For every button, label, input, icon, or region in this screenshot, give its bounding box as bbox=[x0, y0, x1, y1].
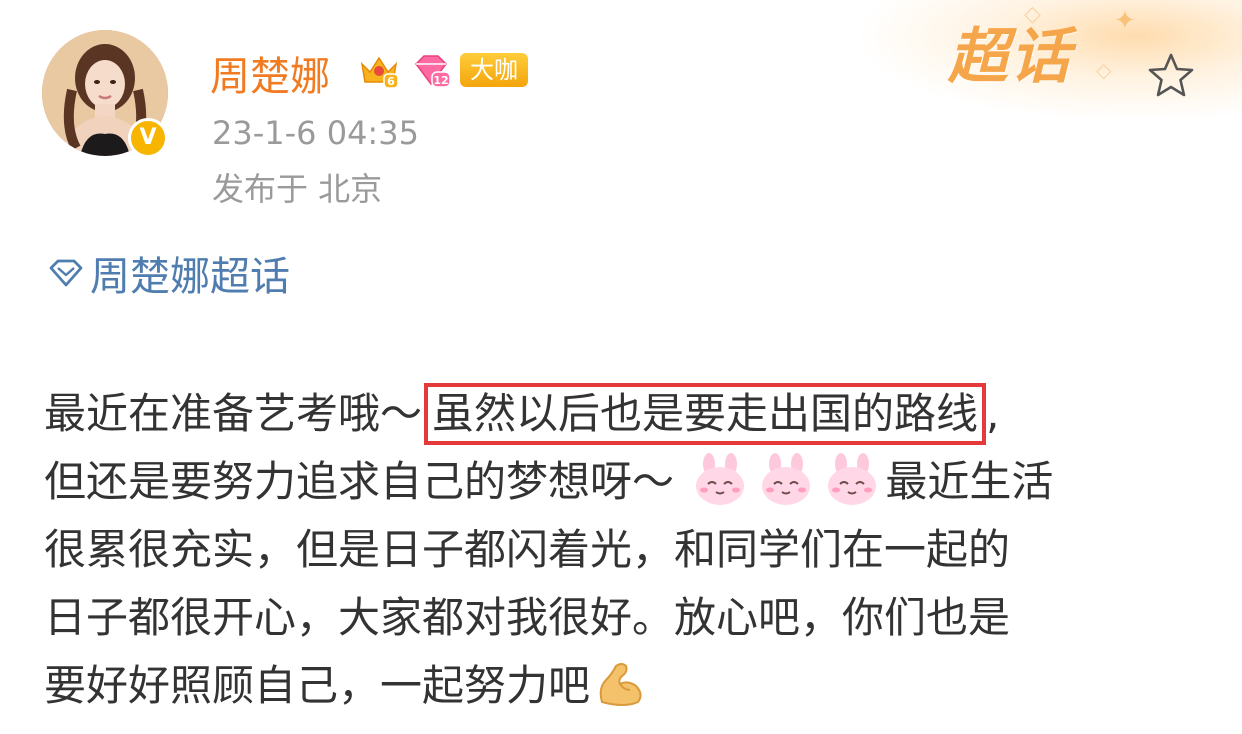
post-text: 但还是要努力追求自己的梦想呀～ bbox=[44, 457, 675, 506]
bunny-emoji bbox=[828, 453, 877, 505]
sparkle-icon: ◇ bbox=[1096, 58, 1112, 82]
verified-badge: V bbox=[128, 118, 168, 158]
post-text: 要好好照顾自己，一起努力吧 bbox=[44, 661, 591, 710]
post-text: 最近在准备艺考哦～ bbox=[44, 389, 423, 438]
daka-badge[interactable]: 大咖 bbox=[460, 53, 528, 87]
weibo-post: ✦ ◇ ◇ 超话 V 周楚娜 6 12 大咖 23-1-6 04:35 发布于 … bbox=[0, 0, 1242, 734]
supertopic-mark: 超话 bbox=[948, 22, 1072, 92]
post-line: 要好好照顾自己，一起努力吧 bbox=[44, 652, 1184, 720]
supertopic-label: 周楚娜超话 bbox=[90, 254, 290, 300]
diamond-level-icon[interactable]: 12 bbox=[410, 50, 452, 92]
crown-level-number: 6 bbox=[387, 75, 395, 88]
bunny-emoji bbox=[762, 453, 811, 505]
diamond-level-number: 12 bbox=[433, 74, 448, 87]
post-line: 日子都很开心，大家都对我很好。放心吧，你们也是 bbox=[44, 593, 1011, 642]
muscle-emoji bbox=[599, 663, 642, 706]
post-line: 但还是要努力追求自己的梦想呀～ 最近生活 bbox=[44, 448, 1184, 516]
supertopic-gem-icon bbox=[49, 259, 83, 287]
bunny-emoji bbox=[696, 453, 745, 505]
post-line: 最近在准备艺考哦～ 虽然以后也是要走出国的路线, bbox=[44, 380, 1184, 448]
sparkle-icon: ✦ bbox=[1114, 6, 1136, 36]
post-text: 最近生活 bbox=[885, 457, 1054, 506]
crown-level-icon[interactable]: 6 bbox=[358, 50, 400, 92]
post-timestamp: 23-1-6 04:35 bbox=[212, 114, 419, 152]
favorite-star-icon[interactable] bbox=[1146, 50, 1196, 100]
highlighted-text: 虽然以后也是要走出国的路线 bbox=[424, 383, 987, 445]
supertopic-link[interactable]: 周楚娜超话 bbox=[46, 244, 290, 302]
username[interactable]: 周楚娜 bbox=[210, 44, 330, 102]
post-text: , bbox=[986, 389, 1000, 438]
post-body: 最近在准备艺考哦～虽然以后也是要走出国的路线, 但还是要努力追求自己的梦想呀～ bbox=[44, 380, 1184, 720]
post-location: 发布于 北京 bbox=[212, 170, 383, 208]
post-line: 很累很充实，但是日子都闪着光，和同学们在一起的 bbox=[44, 525, 1011, 574]
